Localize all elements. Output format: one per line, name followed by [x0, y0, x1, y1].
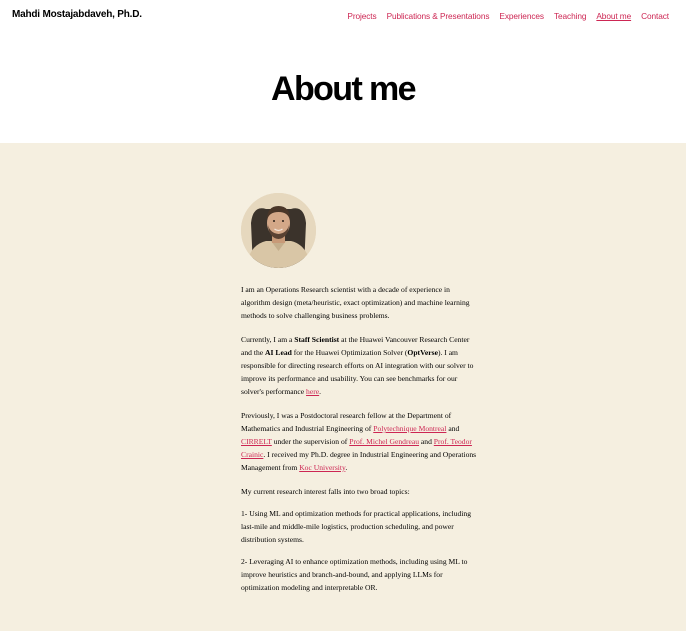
- site-title-link[interactable]: Mahdi Mostajabdaveh, Ph.D.: [12, 9, 142, 20]
- avatar: [241, 193, 316, 268]
- bio-paragraph-intro: I am an Operations Research scientist wi…: [241, 285, 470, 320]
- role-ai-lead: AI Lead: [265, 348, 292, 357]
- main-content: I am an Operations Research scientist wi…: [0, 143, 686, 631]
- text-segment: under the supervision of: [271, 437, 350, 446]
- text-segment: for the Huawei Optimization Solver (: [291, 348, 408, 357]
- nav-projects[interactable]: Projects: [347, 11, 376, 21]
- product-optverse: OptVerse: [407, 348, 438, 357]
- text-segment: .: [319, 387, 322, 396]
- nav-experiences[interactable]: Experiences: [499, 11, 544, 21]
- primary-nav: Projects Publications & Presentations Ex…: [347, 11, 669, 21]
- polytechnique-link[interactable]: Polytechnique Montreal: [373, 424, 446, 433]
- bio-paragraph-interests: My current research interest falls into …: [241, 487, 410, 496]
- gendreau-link[interactable]: Prof. Michel Gendreau: [349, 437, 419, 446]
- nav-publications[interactable]: Publications & Presentations: [387, 11, 490, 21]
- text-segment: .: [345, 463, 348, 472]
- benchmarks-link[interactable]: here: [306, 387, 319, 396]
- page-header: About me: [0, 34, 686, 143]
- bio-paragraph-previous: Previously, I was a Postdoctoral researc…: [241, 409, 481, 474]
- bio-interest-2: 2- Leveraging AI to enhance optimization…: [241, 557, 468, 592]
- text-segment: . I received my Ph.D. degree in Industri…: [241, 450, 477, 472]
- text-segment: and: [446, 424, 460, 433]
- role-staff-scientist: Staff Scientist: [294, 335, 340, 344]
- text-segment: and: [419, 437, 434, 446]
- site-header: Mahdi Mostajabdaveh, Ph.D. Projects Publ…: [0, 0, 686, 34]
- text-segment: Currently, I am a: [241, 335, 295, 344]
- nav-about-me[interactable]: About me: [596, 11, 631, 21]
- bio-text: I am an Operations Research scientist wi…: [241, 283, 481, 605]
- koc-university-link[interactable]: Koc University: [299, 463, 345, 472]
- page-title: About me: [271, 70, 417, 108]
- nav-teaching[interactable]: Teaching: [554, 11, 587, 21]
- cirrelt-link[interactable]: CIRRELT: [241, 437, 272, 446]
- nav-contact[interactable]: Contact: [641, 11, 669, 21]
- bio-interest-1: 1- Using ML and optimization methods for…: [241, 509, 472, 544]
- profile-photo-icon: [241, 193, 316, 268]
- bio-paragraph-current: Currently, I am a Staff Scientist at the…: [241, 333, 481, 398]
